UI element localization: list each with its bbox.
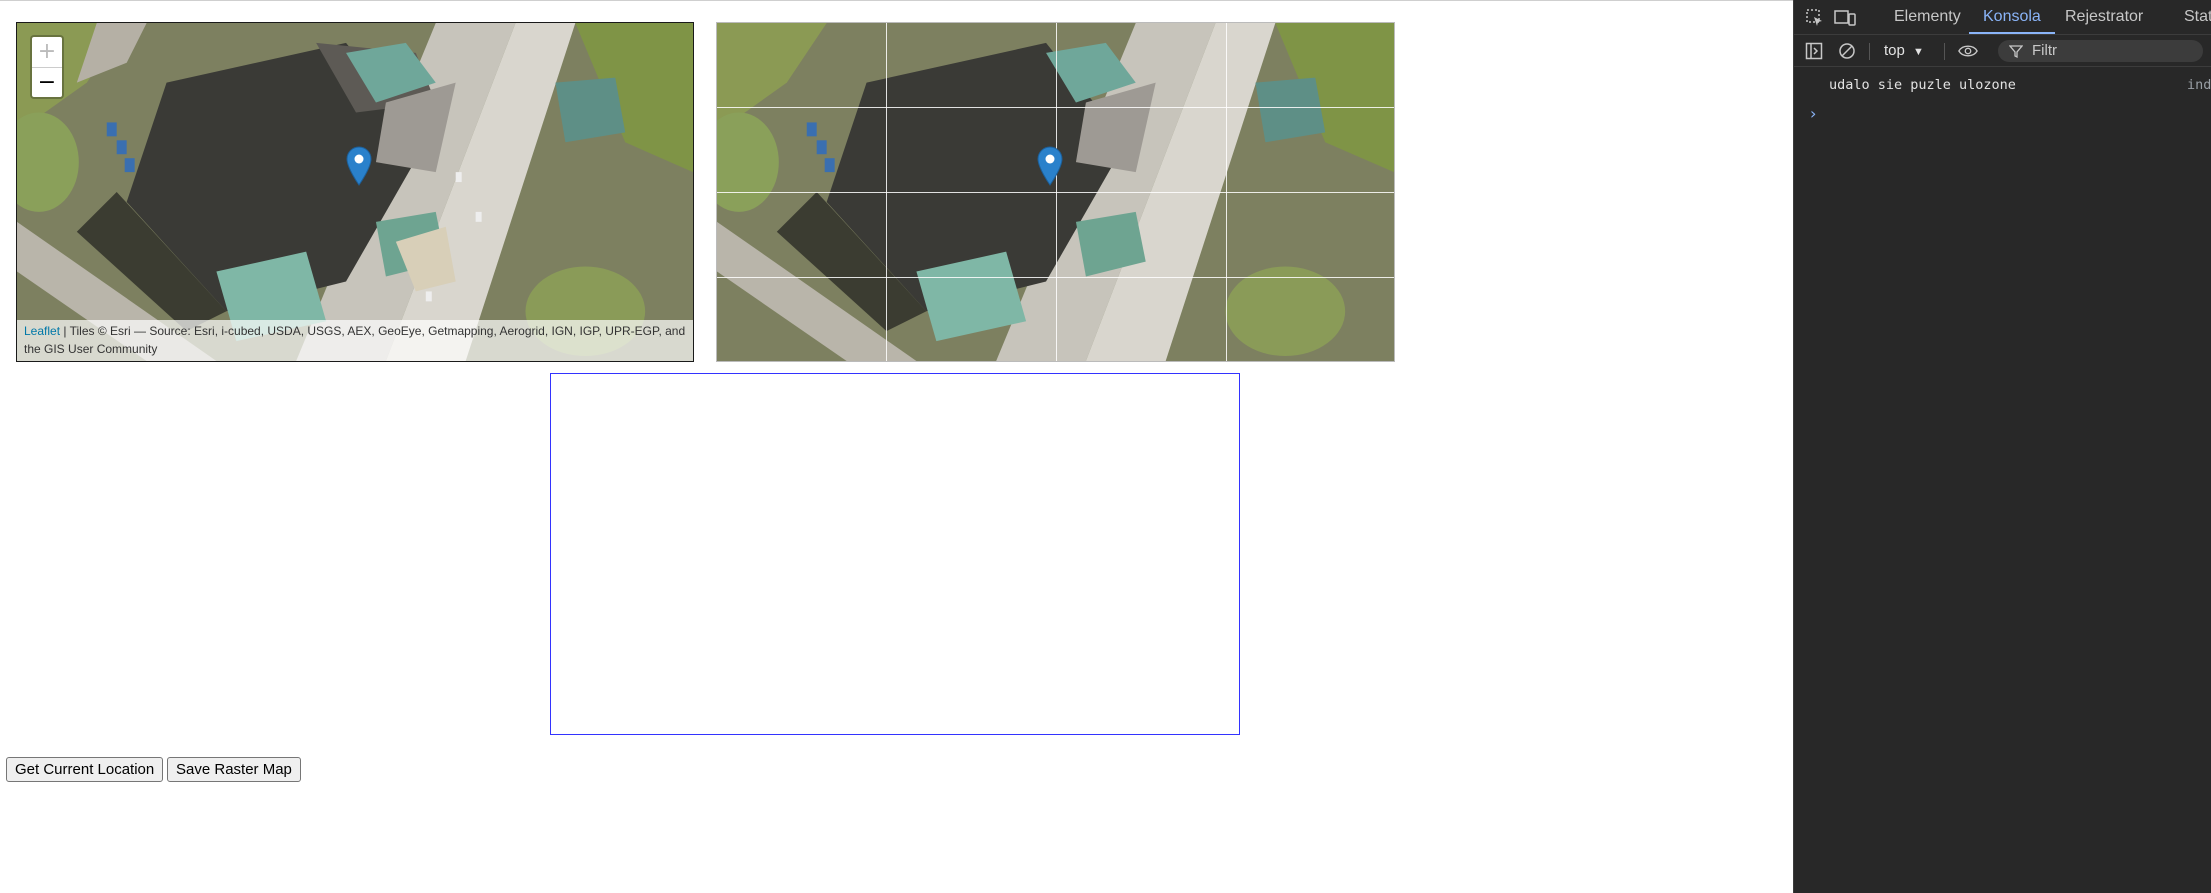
inspect-element-icon[interactable] bbox=[1804, 7, 1826, 29]
puzzle-grid-line bbox=[717, 192, 1394, 193]
puzzle-map[interactable] bbox=[716, 22, 1395, 362]
filter-placeholder: Filtr bbox=[2032, 42, 2057, 59]
map-marker-icon[interactable] bbox=[346, 146, 372, 186]
devtools-panel: Elementy Konsola Rejestrator Staty top ▼ bbox=[1793, 0, 2211, 893]
leaflet-link[interactable]: Leaflet bbox=[24, 324, 60, 338]
tab-stats[interactable]: Staty bbox=[2184, 0, 2211, 34]
satellite-tiles bbox=[17, 23, 693, 361]
tab-recorder[interactable]: Rejestrator bbox=[2065, 0, 2143, 34]
console-log-source-link[interactable]: ind bbox=[2187, 77, 2211, 93]
console-prompt-chevron-icon[interactable]: › bbox=[1810, 104, 1816, 123]
tab-elements[interactable]: Elementy bbox=[1894, 0, 1961, 34]
devtools-tabbar: Elementy Konsola Rejestrator Staty bbox=[1794, 0, 2211, 35]
puzzle-grid-line bbox=[717, 277, 1394, 278]
map-attribution: Leaflet | Tiles © Esri — Source: Esri, i… bbox=[17, 320, 693, 361]
console-log-row[interactable]: udalo sie puzle ulozone ind bbox=[1794, 68, 2211, 104]
tab-console[interactable]: Konsola bbox=[1969, 0, 2055, 34]
page-content: + − Leaflet | Tiles © Esri — Source: Esr… bbox=[0, 0, 1793, 893]
device-toolbar-icon[interactable] bbox=[1834, 7, 1856, 29]
context-selector-value: top bbox=[1884, 42, 1905, 59]
dropdown-arrow-icon: ▼ bbox=[1913, 46, 1924, 58]
attribution-text: | Tiles © Esri — Source: Esri, i-cubed, … bbox=[24, 324, 686, 356]
map-marker-icon[interactable] bbox=[1037, 146, 1063, 186]
context-selector[interactable]: top ▼ bbox=[1884, 41, 1924, 61]
toolbar-separator bbox=[1869, 43, 1870, 60]
zoom-control: + − bbox=[30, 35, 64, 99]
sidebar-toggle-icon[interactable] bbox=[1804, 41, 1824, 61]
zoom-in-button[interactable]: + bbox=[32, 37, 62, 67]
console-filter-input[interactable]: Filtr bbox=[1998, 40, 2203, 62]
console-log-message: udalo sie puzle ulozone bbox=[1829, 77, 2016, 93]
get-current-location-button[interactable]: Get Current Location bbox=[6, 757, 164, 782]
leaflet-map[interactable]: + − Leaflet | Tiles © Esri — Source: Esr… bbox=[16, 22, 694, 362]
toolbar-separator bbox=[1944, 43, 1945, 60]
live-expression-eye-icon[interactable] bbox=[1958, 41, 1978, 61]
filter-icon bbox=[2008, 40, 2024, 69]
zoom-out-button[interactable]: − bbox=[32, 67, 62, 97]
save-raster-map-button[interactable]: Save Raster Map bbox=[167, 757, 301, 782]
puzzle-drop-area[interactable] bbox=[550, 373, 1240, 735]
clear-console-icon[interactable] bbox=[1837, 41, 1857, 61]
console-output: udalo sie puzle ulozone ind › bbox=[1794, 68, 2211, 123]
console-toolbar: top ▼ Filtr bbox=[1794, 35, 2211, 67]
puzzle-grid-line bbox=[717, 107, 1394, 108]
